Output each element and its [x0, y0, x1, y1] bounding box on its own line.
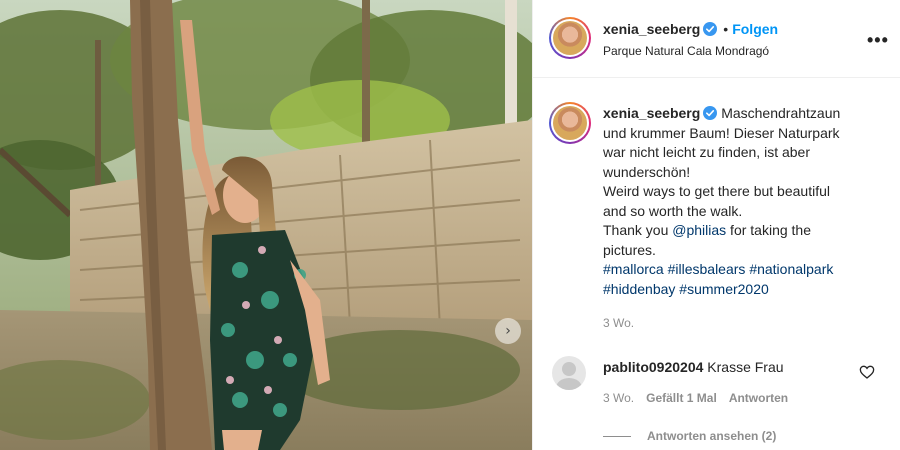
- hashtag-link[interactable]: #mallorca: [603, 261, 664, 277]
- author-username[interactable]: xenia_seeberg: [603, 21, 700, 37]
- verified-badge-icon: [703, 22, 718, 36]
- heart-icon[interactable]: [859, 364, 875, 380]
- caption-text: wunderschön!: [603, 163, 691, 180]
- comment-text: Krasse Frau: [707, 359, 784, 375]
- post-location[interactable]: Parque Natural Cala Mondragó: [603, 44, 769, 58]
- comment-likes[interactable]: Gefällt 1 Mal: [646, 391, 717, 405]
- reply-button[interactable]: Antworten: [729, 391, 788, 405]
- caption-username[interactable]: xenia_seeberg: [603, 105, 700, 121]
- caption-text: pictures.: [603, 241, 656, 258]
- view-replies-label: Antworten ansehen (2): [647, 429, 777, 443]
- post-side-panel: xenia_seeberg • Folgen Parque Natural Cala…: [532, 0, 900, 450]
- follow-button[interactable]: Folgen: [732, 21, 778, 37]
- replies-divider: [603, 435, 631, 437]
- default-avatar-icon: [556, 362, 582, 390]
- hashtag-link[interactable]: #nationalpark: [749, 261, 833, 277]
- caption-text: for taking the: [726, 222, 811, 238]
- post-caption: xenia_seeberg Maschendrahtzaun und krumm…: [603, 104, 873, 299]
- avatar-image: [553, 106, 587, 140]
- header-separator: •: [723, 21, 729, 37]
- author-avatar[interactable]: [549, 17, 591, 59]
- caption-text: Thank you: [603, 222, 673, 238]
- instagram-post: › xenia_seeberg • Folgen Parque Natural Ca…: [0, 0, 900, 450]
- caption-text: Weird ways to get there but beautiful: [603, 183, 830, 199]
- hashtag-link[interactable]: #summer2020: [679, 281, 769, 297]
- photo-illustration: [0, 0, 532, 450]
- header-title-row: xenia_seeberg • Folgen: [603, 21, 778, 37]
- hashtag-link[interactable]: #hiddenbay: [603, 281, 675, 297]
- caption-avatar[interactable]: [549, 102, 591, 144]
- commenter-username[interactable]: pablito0920204: [603, 359, 703, 375]
- more-options-icon[interactable]: •••: [867, 30, 889, 51]
- chevron-right-icon: ›: [505, 323, 511, 339]
- caption-text: Maschendrahtzaun: [721, 105, 841, 121]
- view-replies-button[interactable]: Antworten ansehen (2): [603, 429, 776, 443]
- mention-link[interactable]: @philias: [672, 222, 726, 238]
- caption-text: und krummer Baum! Dieser Naturpark: [603, 124, 840, 141]
- post-photo[interactable]: ›: [0, 0, 532, 450]
- comment-meta: 3 Wo. Gefällt 1 Mal Antworten: [603, 391, 788, 405]
- comment: pablito0920204 Krasse Frau: [603, 359, 784, 375]
- caption-timestamp[interactable]: 3 Wo.: [603, 316, 634, 330]
- comment-timestamp[interactable]: 3 Wo.: [603, 391, 634, 405]
- caption-text: and so worth the walk.: [603, 202, 743, 219]
- verified-badge-icon: [703, 106, 718, 120]
- caption-text: war nicht leicht zu finden, ist aber: [603, 144, 810, 160]
- hashtag-link[interactable]: #illesbalears: [668, 261, 746, 277]
- commenter-avatar[interactable]: [552, 356, 586, 390]
- post-header: xenia_seeberg • Folgen Parque Natural Cala…: [533, 0, 900, 78]
- carousel-next-button[interactable]: ›: [495, 318, 521, 344]
- avatar-image: [553, 21, 587, 55]
